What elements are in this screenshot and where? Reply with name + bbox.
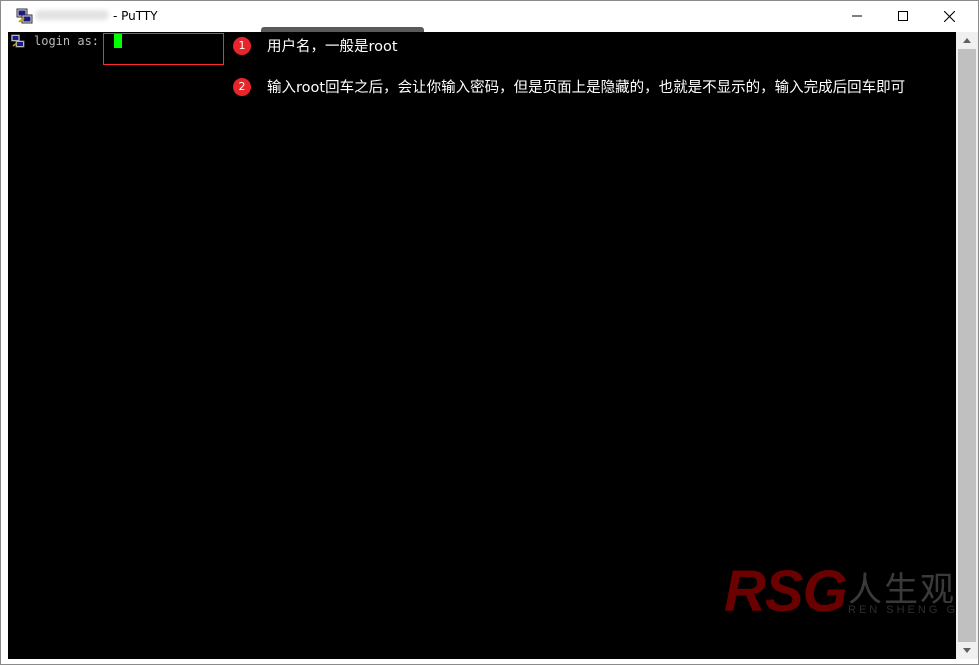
annotation-2: 2 输入root回车之后，会让你输入密码，但是页面上是隐藏的，也就是不显示的，输…: [233, 76, 905, 97]
vertical-scrollbar[interactable]: [956, 32, 978, 659]
watermark-subtitle: REN SHENG GUAN: [848, 604, 956, 616]
blurred-hostname: [35, 10, 109, 20]
annotation-badge: 1: [233, 36, 251, 55]
putty-window: - PuTTY login as: 1 用户名，一般是root 2 输入root…: [0, 0, 979, 665]
chevron-down-icon: [963, 648, 971, 653]
watermark-logo: RSG 人生观 REN SHENG GUAN: [724, 560, 956, 624]
annotation-text: 输入root回车之后，会让你输入密码，但是页面上是隐藏的，也就是不显示的，输入完…: [267, 80, 906, 96]
terminal-area[interactable]: login as: 1 用户名，一般是root 2 输入root回车之后，会让你…: [8, 32, 956, 659]
watermark-brand: RSG: [724, 559, 848, 624]
minimize-icon: [852, 15, 862, 17]
annotation-badge: 2: [233, 77, 251, 96]
scroll-down-button[interactable]: [956, 642, 978, 659]
putty-app-icon[interactable]: [16, 7, 34, 25]
annotation-text: 用户名，一般是root: [267, 39, 398, 55]
username-highlight-box: [103, 33, 224, 65]
scroll-thumb[interactable]: [958, 49, 976, 642]
window-title: - PuTTY: [113, 9, 158, 23]
maximize-button[interactable]: [880, 1, 926, 31]
scroll-up-button[interactable]: [956, 32, 978, 49]
close-icon: [943, 10, 955, 22]
minimize-button[interactable]: [834, 1, 880, 31]
maximize-icon: [898, 11, 908, 21]
putty-terminal-icon: [11, 34, 25, 48]
close-button[interactable]: [926, 1, 972, 31]
title-bar[interactable]: - PuTTY: [1, 1, 978, 32]
login-prompt: login as:: [34, 34, 100, 48]
annotation-1: 1 用户名，一般是root: [233, 35, 398, 56]
window-bottom-border: [1, 659, 978, 664]
chevron-up-icon: [963, 38, 971, 43]
